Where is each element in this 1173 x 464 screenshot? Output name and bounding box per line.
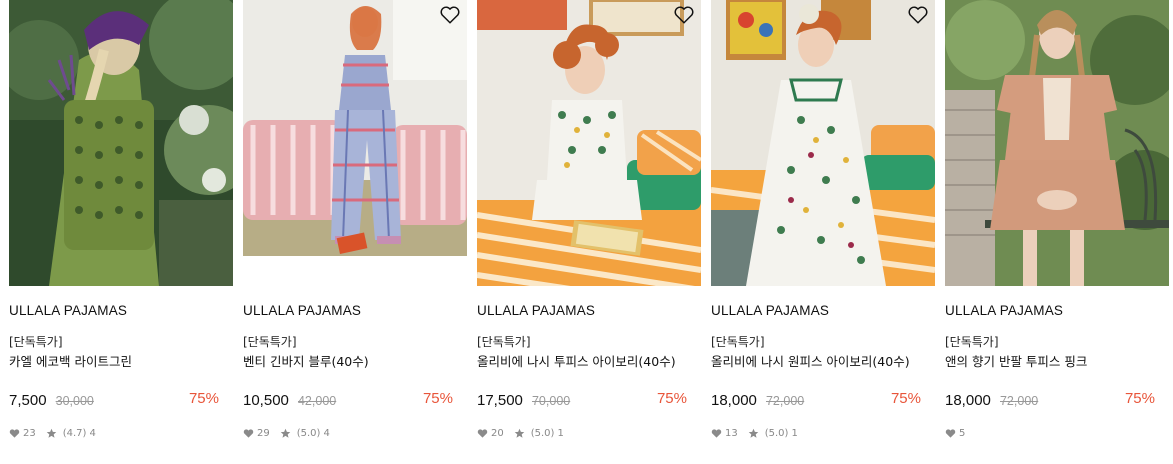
wishlist-heart-icon[interactable] [673, 4, 695, 26]
heart-icon [243, 429, 254, 438]
product-image[interactable] [9, 0, 233, 286]
product-name[interactable]: 올리비에 나시 투피스 아이보리(40수) [477, 351, 676, 370]
brand-name[interactable]: ULLALA PAJAMAS [9, 303, 127, 318]
product-image[interactable] [477, 0, 701, 286]
product-meta: 20 (5.0) 1 [477, 428, 564, 439]
star-icon [514, 428, 525, 438]
like-count: 20 [491, 428, 504, 439]
promo-tag: [단독특가] [243, 335, 297, 349]
rating-value: (5.0) [764, 428, 789, 439]
original-price: 30,000 [55, 394, 94, 408]
heart-icon [945, 429, 956, 438]
sale-price: 7,500 [9, 392, 47, 409]
price-row: 10,500 42,000 75% [243, 390, 453, 410]
product-name[interactable]: 앤의 향기 반팔 투피스 핑크 [945, 351, 1087, 370]
rating-value: (5.0) [296, 428, 321, 439]
price-row: 18,000 72,000 75% [945, 390, 1155, 410]
promo-tag: [단독특가] [9, 335, 63, 349]
price-row: 7,500 30,000 75% [9, 390, 219, 410]
sale-price: 17,500 [477, 392, 523, 409]
sale-price: 18,000 [945, 392, 991, 409]
product-name[interactable]: 벤티 긴바지 블루(40수) [243, 351, 369, 370]
discount-rate: 75% [188, 390, 219, 407]
product-image[interactable] [711, 0, 935, 286]
review-count: 1 [791, 428, 798, 439]
product-image[interactable] [945, 0, 1169, 286]
review-count: 4 [323, 428, 330, 439]
product-name[interactable]: 카엘 에코백 라이트그린 [9, 351, 132, 370]
discount-rate: 75% [1124, 390, 1155, 407]
product-meta: 23 (4.7) 4 [9, 428, 96, 439]
brand-name[interactable]: ULLALA PAJAMAS [477, 303, 595, 318]
like-count: 23 [23, 428, 36, 439]
original-price: 72,000 [765, 394, 805, 408]
product-image[interactable] [243, 0, 467, 286]
sale-price: 18,000 [711, 392, 757, 409]
product-meta: 5 [945, 428, 965, 439]
product-grid: ULLALA PAJAMAS [단독특가] 카엘 에코백 라이트그린 7,500… [0, 0, 1173, 464]
promo-tag: [단독특가] [945, 335, 999, 349]
brand-name[interactable]: ULLALA PAJAMAS [711, 303, 829, 318]
product-card[interactable]: ULLALA PAJAMAS [단독특가] 카엘 에코백 라이트그린 7,500… [9, 0, 233, 464]
product-meta: 13 (5.0) 1 [711, 428, 798, 439]
brand-name[interactable]: ULLALA PAJAMAS [243, 303, 361, 318]
promo-tag: [단독특가] [477, 335, 531, 349]
discount-rate: 75% [422, 390, 453, 407]
like-count: 13 [725, 428, 738, 439]
like-count: 5 [959, 428, 966, 439]
product-card[interactable]: ULLALA PAJAMAS [단독특가] 벤티 긴바지 블루(40수) 10,… [243, 0, 467, 464]
review-count: 4 [89, 428, 96, 439]
original-price: 70,000 [531, 394, 571, 408]
product-card[interactable]: ULLALA PAJAMAS [단독특가] 앤의 향기 반팔 투피스 핑크 18… [945, 0, 1169, 464]
original-price: 42,000 [297, 394, 337, 408]
heart-icon [711, 429, 722, 438]
review-count: 1 [557, 428, 564, 439]
product-card[interactable]: ULLALA PAJAMAS [단독특가] 올리비에 나시 원피스 아이보리(4… [711, 0, 935, 464]
wishlist-heart-icon[interactable] [907, 4, 929, 26]
star-icon [748, 428, 759, 438]
brand-name[interactable]: ULLALA PAJAMAS [945, 303, 1063, 318]
heart-icon [9, 429, 20, 438]
discount-rate: 75% [656, 390, 687, 407]
product-card[interactable]: ULLALA PAJAMAS [단독특가] 올리비에 나시 투피스 아이보리(4… [477, 0, 701, 464]
wishlist-heart-icon[interactable] [439, 4, 461, 26]
product-meta: 29 (5.0) 4 [243, 428, 330, 439]
discount-rate: 75% [890, 390, 921, 407]
promo-tag: [단독특가] [711, 335, 765, 349]
like-count: 29 [257, 428, 270, 439]
star-icon [46, 428, 57, 438]
heart-icon [477, 429, 488, 438]
rating-value: (4.7) [62, 428, 87, 439]
price-row: 18,000 72,000 75% [711, 390, 921, 410]
rating-value: (5.0) [530, 428, 555, 439]
product-name[interactable]: 올리비에 나시 원피스 아이보리(40수) [711, 351, 910, 370]
price-row: 17,500 70,000 75% [477, 390, 687, 410]
star-icon [280, 428, 291, 438]
sale-price: 10,500 [243, 392, 289, 409]
original-price: 72,000 [999, 394, 1039, 408]
